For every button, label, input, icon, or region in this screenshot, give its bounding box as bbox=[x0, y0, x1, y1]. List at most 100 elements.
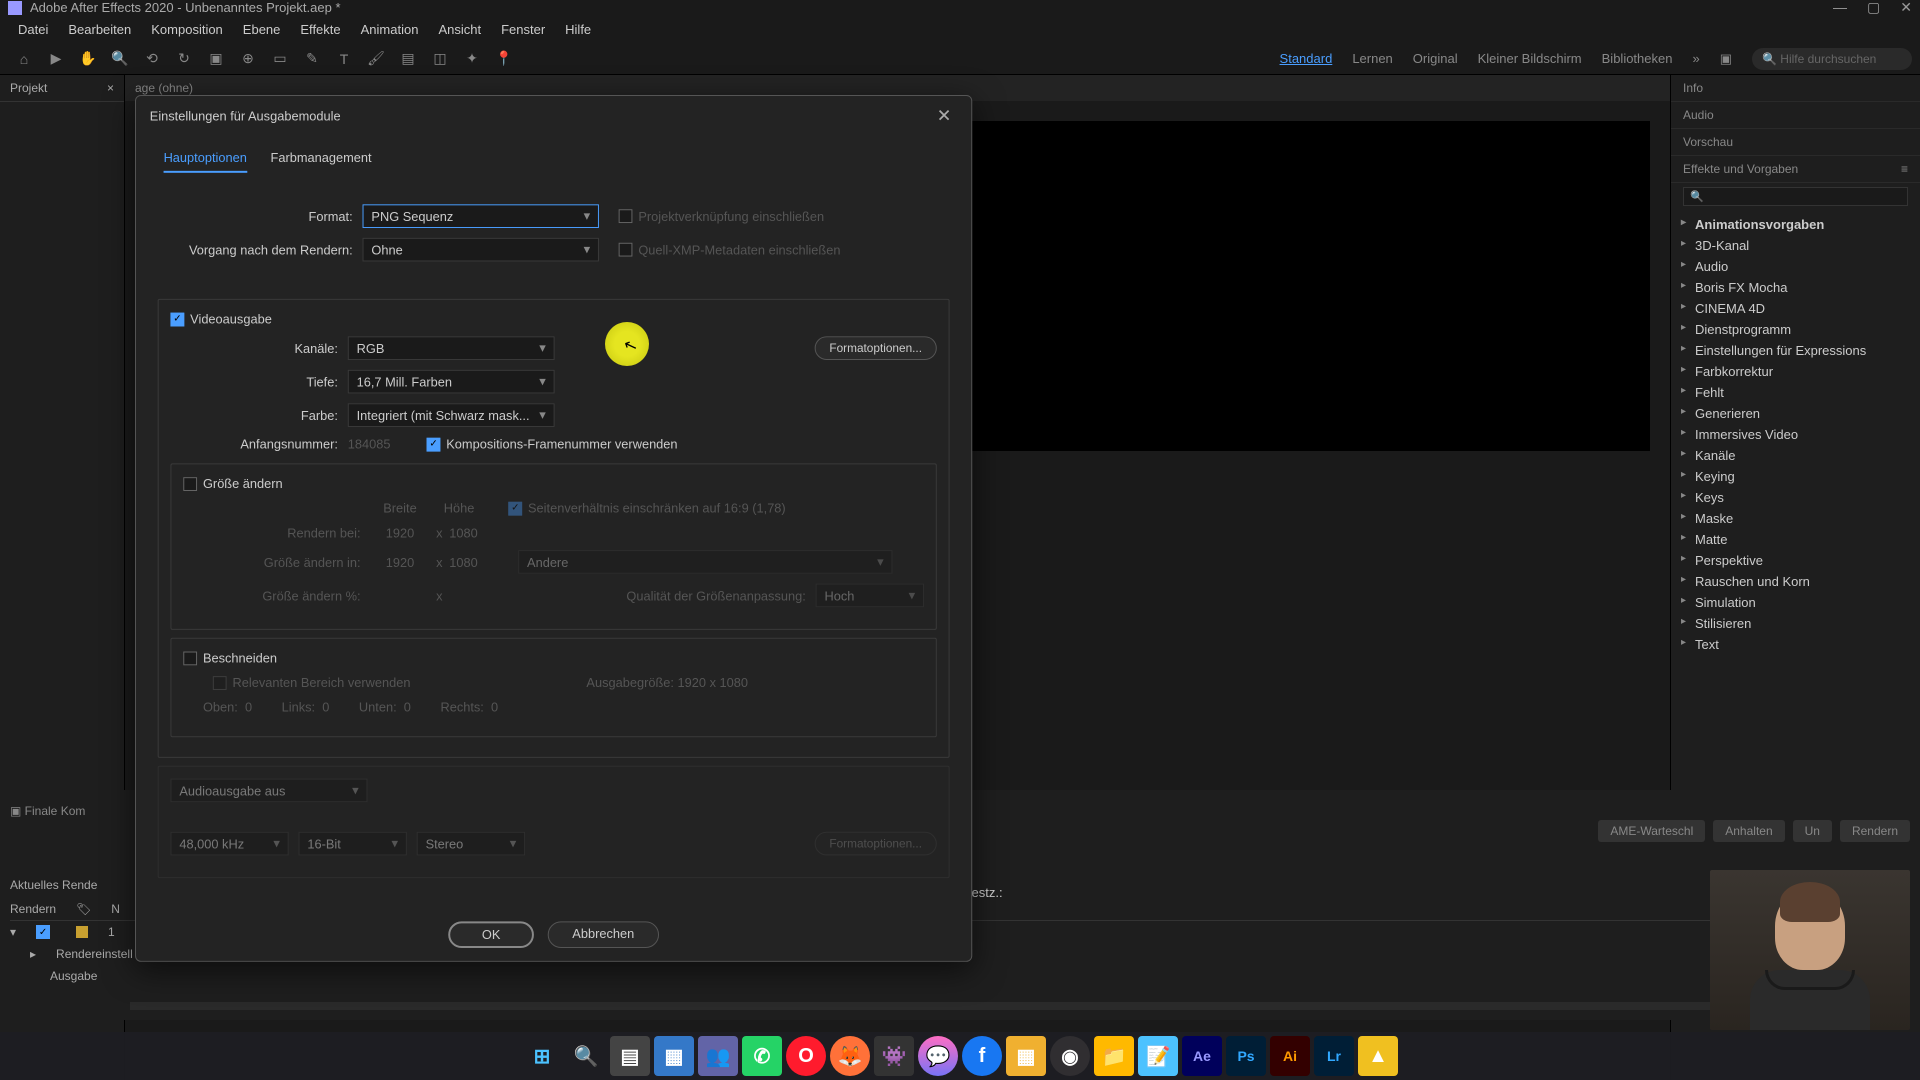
app-icon[interactable]: ▲ bbox=[1358, 1036, 1398, 1076]
close-window-icon[interactable]: ✕ bbox=[1900, 0, 1912, 16]
effect-category-item[interactable]: Matte bbox=[1671, 529, 1920, 550]
effect-category-item[interactable]: Rauschen und Korn bbox=[1671, 571, 1920, 592]
effect-category-item[interactable]: Maske bbox=[1671, 508, 1920, 529]
effect-category-item[interactable]: Farbkorrektur bbox=[1671, 361, 1920, 382]
expand-icon[interactable]: ▾ bbox=[10, 925, 16, 939]
main-options-tab[interactable]: Hauptoptionen bbox=[164, 144, 247, 173]
task-view-icon[interactable]: ▤ bbox=[610, 1036, 650, 1076]
firefox-icon[interactable]: 🦊 bbox=[830, 1036, 870, 1076]
maximize-icon[interactable]: ▢ bbox=[1867, 0, 1880, 16]
rotate-tool-icon[interactable]: ↻ bbox=[172, 47, 196, 71]
facebook-icon[interactable]: f bbox=[962, 1036, 1002, 1076]
info-panel[interactable]: Info bbox=[1671, 75, 1920, 102]
notepad-icon[interactable]: 📝 bbox=[1138, 1036, 1178, 1076]
snap-icon[interactable]: ▣ bbox=[1720, 51, 1732, 67]
effects-presets-panel[interactable]: Effekte und Vorgaben≡ bbox=[1671, 156, 1920, 183]
obs-icon[interactable]: ◉ bbox=[1050, 1036, 1090, 1076]
menu-animation[interactable]: Animation bbox=[351, 18, 429, 41]
workspace-standard[interactable]: Standard bbox=[1280, 51, 1333, 67]
effect-category-item[interactable]: Boris FX Mocha bbox=[1671, 277, 1920, 298]
video-output-checkbox[interactable] bbox=[170, 312, 184, 326]
messenger-icon[interactable]: 💬 bbox=[918, 1036, 958, 1076]
camera-tool-icon[interactable]: ▣ bbox=[204, 47, 228, 71]
windows-start-icon[interactable]: ⊞ bbox=[522, 1036, 562, 1076]
effect-category-item[interactable]: Einstellungen für Expressions bbox=[1671, 340, 1920, 361]
roto-tool-icon[interactable]: ✦ bbox=[460, 47, 484, 71]
effect-category-item[interactable]: Fehlt bbox=[1671, 382, 1920, 403]
help-search-input[interactable]: 🔍 Hilfe durchsuchen bbox=[1752, 48, 1912, 70]
panel-menu-icon[interactable]: ≡ bbox=[1901, 162, 1908, 176]
puppet-tool-icon[interactable]: 📍 bbox=[492, 47, 516, 71]
effect-category-item[interactable]: Generieren bbox=[1671, 403, 1920, 424]
close-tab-icon[interactable]: × bbox=[107, 81, 114, 95]
stop-button[interactable]: Un bbox=[1793, 820, 1832, 842]
color-management-tab[interactable]: Farbmanagement bbox=[271, 144, 372, 173]
effect-category-item[interactable]: Keys bbox=[1671, 487, 1920, 508]
preview-panel[interactable]: Vorschau bbox=[1671, 129, 1920, 156]
effects-search-input[interactable]: 🔍 bbox=[1683, 187, 1908, 206]
pause-button[interactable]: Anhalten bbox=[1713, 820, 1784, 842]
photoshop-icon[interactable]: Ps bbox=[1226, 1036, 1266, 1076]
expand-icon[interactable]: ▸ bbox=[30, 947, 36, 961]
depth-dropdown[interactable]: 16,7 Mill. Farben bbox=[348, 370, 555, 394]
color-dropdown[interactable]: Integriert (mit Schwarz mask... bbox=[348, 403, 555, 427]
shape-tool-icon[interactable]: ▭ bbox=[268, 47, 292, 71]
anchor-tool-icon[interactable]: ⊕ bbox=[236, 47, 260, 71]
lightroom-icon[interactable]: Lr bbox=[1314, 1036, 1354, 1076]
home-icon[interactable]: ⌂ bbox=[12, 47, 36, 71]
render-item-checkbox[interactable] bbox=[36, 925, 50, 939]
teams-icon[interactable]: 👥 bbox=[698, 1036, 738, 1076]
format-options-button[interactable]: Formatoptionen... bbox=[815, 336, 937, 360]
effect-category-item[interactable]: Perspektive bbox=[1671, 550, 1920, 571]
illustrator-icon[interactable]: Ai bbox=[1270, 1036, 1310, 1076]
effect-category-item[interactable]: Keying bbox=[1671, 466, 1920, 487]
ok-button[interactable]: OK bbox=[448, 921, 533, 948]
opera-icon[interactable]: O bbox=[786, 1036, 826, 1076]
effect-category-item[interactable]: Dienstprogramm bbox=[1671, 319, 1920, 340]
effect-category-item[interactable]: Stilisieren bbox=[1671, 613, 1920, 634]
workspace-kleiner[interactable]: Kleiner Bildschirm bbox=[1478, 51, 1582, 67]
effect-category-item[interactable]: Audio bbox=[1671, 256, 1920, 277]
file-explorer-icon[interactable]: 📁 bbox=[1094, 1036, 1134, 1076]
crop-checkbox[interactable] bbox=[183, 651, 197, 665]
output-module-row[interactable]: Ausgabe bbox=[50, 969, 97, 983]
postrender-dropdown[interactable]: Ohne bbox=[363, 238, 599, 262]
workspace-more-icon[interactable]: » bbox=[1692, 51, 1699, 67]
effect-category-item[interactable]: Text bbox=[1671, 634, 1920, 655]
selection-tool-icon[interactable]: ▶ bbox=[44, 47, 68, 71]
workspace-lernen[interactable]: Lernen bbox=[1352, 51, 1392, 67]
menu-datei[interactable]: Datei bbox=[8, 18, 58, 41]
resize-checkbox[interactable] bbox=[183, 477, 197, 491]
after-effects-icon[interactable]: Ae bbox=[1182, 1036, 1222, 1076]
menu-effekte[interactable]: Effekte bbox=[290, 18, 350, 41]
search-icon[interactable]: 🔍 bbox=[566, 1036, 606, 1076]
ame-queue-button[interactable]: AME-Warteschl bbox=[1598, 820, 1705, 842]
effect-category-item[interactable]: Kanäle bbox=[1671, 445, 1920, 466]
menu-fenster[interactable]: Fenster bbox=[491, 18, 555, 41]
render-button[interactable]: Rendern bbox=[1840, 820, 1910, 842]
brush-tool-icon[interactable]: 🖌 bbox=[364, 47, 388, 71]
menu-hilfe[interactable]: Hilfe bbox=[555, 18, 601, 41]
menu-bearbeiten[interactable]: Bearbeiten bbox=[58, 18, 141, 41]
close-dialog-icon[interactable]: ✕ bbox=[931, 106, 958, 127]
format-dropdown[interactable]: PNG Sequenz bbox=[363, 204, 599, 228]
audio-panel[interactable]: Audio bbox=[1671, 102, 1920, 129]
effect-category-item[interactable]: Animationsvorgaben bbox=[1671, 214, 1920, 235]
app-icon[interactable]: 👾 bbox=[874, 1036, 914, 1076]
menu-ansicht[interactable]: Ansicht bbox=[428, 18, 491, 41]
menu-ebene[interactable]: Ebene bbox=[233, 18, 291, 41]
comp-frame-checkbox[interactable] bbox=[427, 437, 441, 451]
channels-dropdown[interactable]: RGB bbox=[348, 336, 555, 360]
minimize-icon[interactable]: — bbox=[1833, 0, 1847, 16]
cancel-button[interactable]: Abbrechen bbox=[548, 921, 659, 948]
effect-category-item[interactable]: CINEMA 4D bbox=[1671, 298, 1920, 319]
workspace-original[interactable]: Original bbox=[1413, 51, 1458, 67]
effect-category-item[interactable]: Simulation bbox=[1671, 592, 1920, 613]
project-tab[interactable]: Projekt × bbox=[0, 75, 124, 102]
text-tool-icon[interactable]: T bbox=[332, 47, 356, 71]
clone-tool-icon[interactable]: ▤ bbox=[396, 47, 420, 71]
effect-category-item[interactable]: 3D-Kanal bbox=[1671, 235, 1920, 256]
hand-tool-icon[interactable]: ✋ bbox=[76, 47, 100, 71]
eraser-tool-icon[interactable]: ◫ bbox=[428, 47, 452, 71]
pen-tool-icon[interactable]: ✎ bbox=[300, 47, 324, 71]
